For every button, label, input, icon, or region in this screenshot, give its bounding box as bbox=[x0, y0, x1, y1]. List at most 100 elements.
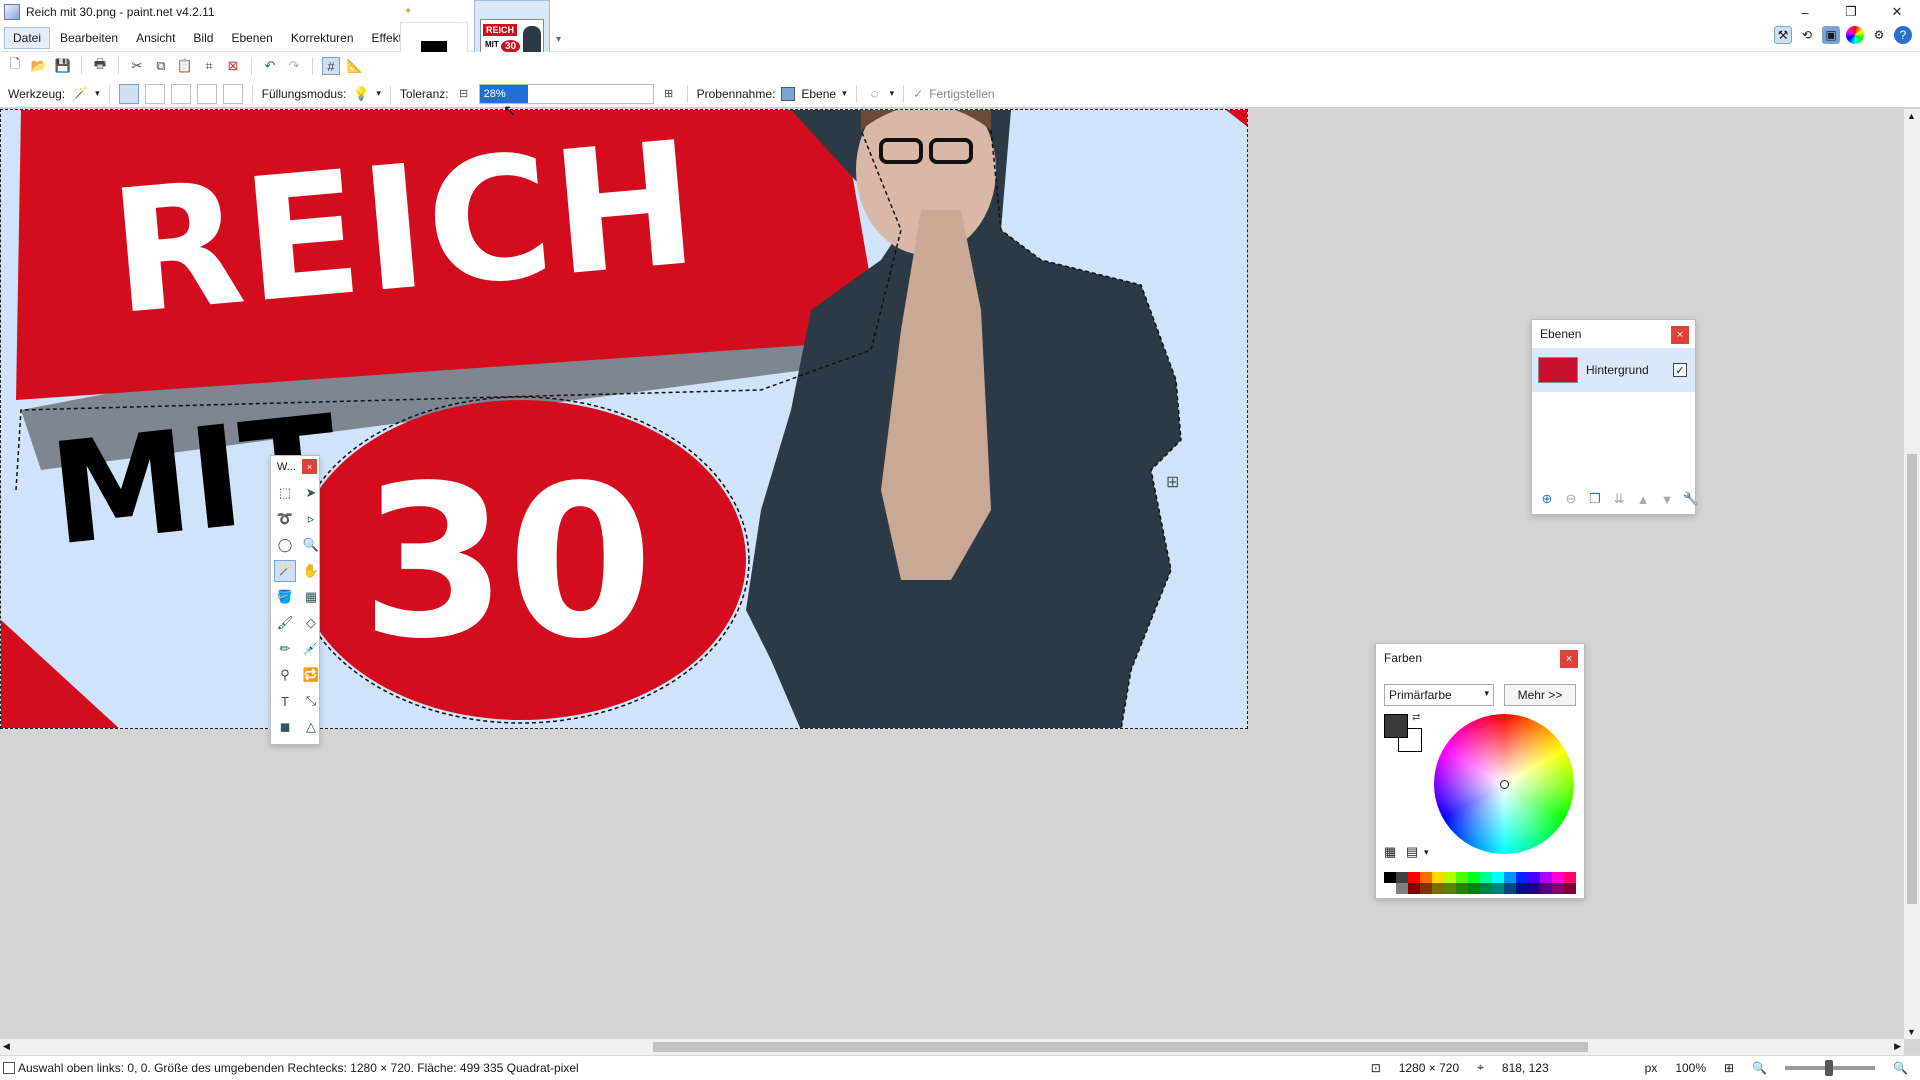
undo-icon[interactable]: ↶ bbox=[261, 57, 279, 75]
selection-mode-intersect[interactable] bbox=[196, 83, 217, 104]
close-window-button[interactable]: ✕ bbox=[1874, 0, 1920, 24]
redo-icon[interactable]: ↷ bbox=[285, 57, 303, 75]
pan-tool-icon[interactable]: ✋ bbox=[300, 560, 322, 582]
add-layer-icon[interactable]: ⊕ bbox=[1538, 490, 1556, 508]
color-picker-tool-icon[interactable]: 💉 bbox=[300, 638, 322, 660]
clone-stamp-tool-icon[interactable]: ⚲ bbox=[274, 664, 296, 686]
zoom-level[interactable]: 100% bbox=[1675, 1061, 1706, 1075]
ruler-icon[interactable]: 📐 bbox=[346, 57, 364, 75]
layer-properties-icon[interactable]: 🔧 bbox=[1682, 490, 1700, 508]
tools-panel-header[interactable]: W... × bbox=[271, 456, 319, 478]
menu-ansicht[interactable]: Ansicht bbox=[128, 28, 183, 48]
primary-color-swatch[interactable] bbox=[1384, 714, 1408, 738]
new-file-icon[interactable]: 🗋 bbox=[6, 56, 24, 75]
zoom-out-icon[interactable]: 🔍 bbox=[1752, 1061, 1767, 1075]
merge-layer-icon[interactable]: ⇊ bbox=[1610, 490, 1628, 508]
gradient-tool-icon[interactable]: ▦ bbox=[300, 586, 322, 608]
tab-list-chevron-icon[interactable]: ▾ bbox=[556, 34, 561, 45]
scroll-left-icon[interactable]: ◀ bbox=[3, 1041, 10, 1052]
paint-bucket-tool-icon[interactable]: 🪣 bbox=[274, 586, 296, 608]
fit-window-icon[interactable]: ⊞ bbox=[1724, 1061, 1734, 1075]
fill-mode-chevron-icon[interactable]: ▾ bbox=[376, 88, 381, 99]
color-palette[interactable] bbox=[1384, 872, 1576, 894]
move-layer-down-icon[interactable]: ▼ bbox=[1658, 490, 1676, 508]
swap-colors-icon[interactable]: ⇄ bbox=[1412, 712, 1420, 723]
deselect-icon[interactable]: ⊠ bbox=[224, 57, 242, 75]
fill-mode-icon[interactable]: 💡 bbox=[352, 85, 370, 103]
text-tool-icon[interactable]: T bbox=[274, 690, 296, 712]
copy-icon[interactable]: ⧉ bbox=[152, 57, 170, 75]
selection-mode-replace[interactable] bbox=[118, 83, 139, 104]
unit-select[interactable]: px bbox=[1645, 1061, 1658, 1075]
duplicate-layer-icon[interactable]: ❐ bbox=[1586, 490, 1604, 508]
zoom-in-icon[interactable]: 🔍 bbox=[1893, 1061, 1908, 1075]
antialias-chevron-icon[interactable]: ▾ bbox=[890, 88, 895, 99]
sampling-chevron-icon[interactable]: ▾ bbox=[842, 88, 847, 99]
sampling-value[interactable]: Ebene bbox=[801, 87, 836, 101]
antialias-icon[interactable]: ◌ bbox=[866, 85, 884, 103]
crop-icon[interactable]: ⌗ bbox=[200, 57, 218, 75]
eraser-tool-icon[interactable]: ◇ bbox=[300, 612, 322, 634]
move-selection-tool-icon[interactable]: ▹ bbox=[300, 508, 322, 530]
tools-panel-close-icon[interactable]: × bbox=[302, 459, 317, 474]
move-layer-up-icon[interactable]: ▲ bbox=[1634, 490, 1652, 508]
vertical-scrollbar[interactable]: ▲ ▼ bbox=[1904, 109, 1920, 1039]
cut-icon[interactable]: ✂ bbox=[128, 57, 146, 75]
move-handle-icon[interactable]: ⊞ bbox=[1166, 472, 1179, 492]
image-canvas[interactable]: REICH MIT 30 ⊞ bbox=[0, 109, 1248, 729]
primary-color-select[interactable]: Primärfarbe ▾ bbox=[1384, 684, 1494, 706]
recolor-tool-icon[interactable]: 🔁 bbox=[300, 664, 322, 686]
zoom-slider-knob[interactable] bbox=[1825, 1059, 1834, 1076]
magic-wand-tool-icon[interactable]: 🪄 bbox=[274, 560, 296, 582]
minimize-button[interactable]: – bbox=[1782, 0, 1828, 24]
color-wheel[interactable] bbox=[1434, 714, 1574, 854]
color-wheel-marker[interactable] bbox=[1500, 780, 1509, 789]
history-icon[interactable]: ⟲ bbox=[1798, 26, 1816, 44]
colors-panel-close-icon[interactable]: × bbox=[1560, 650, 1578, 668]
horizontal-scroll-thumb[interactable] bbox=[653, 1042, 1588, 1052]
layers-panel-close-icon[interactable]: × bbox=[1671, 326, 1689, 344]
layer-visibility-checkbox[interactable]: ✓ bbox=[1673, 363, 1687, 377]
palette-menu-icon[interactable]: ▦ bbox=[1384, 844, 1396, 860]
move-selected-tool-icon[interactable]: ➤ bbox=[300, 482, 322, 504]
save-icon[interactable]: 💾 bbox=[54, 57, 72, 75]
settings-gear-icon[interactable]: ⚙ bbox=[1870, 26, 1888, 44]
delete-layer-icon[interactable]: ⊖ bbox=[1562, 490, 1580, 508]
open-folder-icon[interactable]: 📂 bbox=[30, 57, 48, 75]
more-colors-button[interactable]: Mehr >> bbox=[1504, 684, 1576, 706]
menu-korrekturen[interactable]: Korrekturen bbox=[283, 28, 362, 48]
shapes-triangle-tool-icon[interactable]: △ bbox=[300, 716, 322, 738]
zoom-tool-icon[interactable]: 🔍 bbox=[300, 534, 322, 556]
tolerance-decrease-icon[interactable]: ⊟ bbox=[455, 85, 473, 103]
lasso-select-tool-icon[interactable]: ➰ bbox=[274, 508, 296, 530]
colors-toggle-icon[interactable] bbox=[1846, 26, 1864, 44]
menu-bild[interactable]: Bild bbox=[185, 28, 221, 48]
help-icon[interactable]: ? bbox=[1894, 26, 1912, 44]
colors-panel-header[interactable]: Farben × bbox=[1376, 644, 1584, 672]
paintbrush-tool-icon[interactable]: 🖌 bbox=[274, 612, 296, 634]
tolerance-increase-icon[interactable]: ⊞ bbox=[660, 85, 678, 103]
tools-toggle-icon[interactable]: ⚒ bbox=[1774, 26, 1792, 44]
print-icon[interactable]: 🖶 bbox=[91, 56, 109, 75]
palette-chevron-icon[interactable]: ▾ bbox=[1424, 847, 1429, 858]
vertical-scroll-thumb[interactable] bbox=[1907, 454, 1917, 904]
layers-toggle-icon[interactable]: ▣ bbox=[1822, 26, 1840, 44]
scroll-down-icon[interactable]: ▼ bbox=[1907, 1027, 1916, 1037]
scroll-right-icon[interactable]: ▶ bbox=[1894, 1041, 1901, 1052]
shapes-tool-icon[interactable]: ◼ bbox=[274, 716, 296, 738]
selection-mode-invert[interactable] bbox=[222, 83, 243, 104]
tool-dropdown-chevron-icon[interactable]: ▾ bbox=[95, 88, 100, 99]
menu-datei[interactable]: Datei bbox=[4, 26, 51, 49]
menu-ebenen[interactable]: Ebenen bbox=[223, 28, 280, 48]
selection-mode-union[interactable] bbox=[144, 83, 165, 104]
selection-mode-exclude[interactable] bbox=[170, 83, 191, 104]
rectangle-select-tool-icon[interactable]: ⬚ bbox=[274, 482, 296, 504]
pencil-tool-icon[interactable]: ✏ bbox=[274, 638, 296, 660]
grid-icon[interactable]: # bbox=[322, 57, 340, 75]
zoom-slider[interactable] bbox=[1785, 1059, 1876, 1076]
ellipse-select-tool-icon[interactable]: ◯ bbox=[274, 534, 296, 556]
palette-options-icon[interactable]: ▤ bbox=[1406, 844, 1418, 860]
restore-button[interactable]: ❐ bbox=[1828, 0, 1874, 24]
horizontal-scrollbar[interactable]: ◀ ▶ bbox=[0, 1039, 1904, 1055]
line-curve-tool-icon[interactable]: ⤡ bbox=[300, 690, 322, 712]
